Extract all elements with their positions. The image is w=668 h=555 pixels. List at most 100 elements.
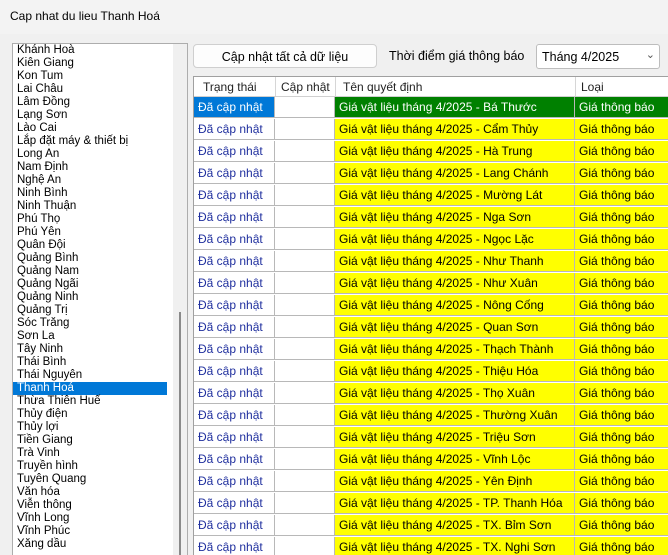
type-cell[interactable]: Giá thông báo [575,229,668,250]
list-item[interactable]: Kon Tum [13,70,167,83]
type-cell[interactable]: Giá thông báo [575,119,668,140]
decision-table[interactable]: Trạng thái Cập nhật Tên quyết định Loại … [193,76,668,555]
table-row[interactable]: Đã cập nhật Giá vật liệu tháng 4/2025 - N… [194,207,668,229]
type-cell[interactable]: Giá thông báo [575,493,668,514]
update-cell[interactable] [275,383,335,404]
list-item[interactable]: Lâm Đồng [13,96,167,109]
table-row[interactable]: Đã cập nhật Giá vật liệu tháng 4/2025 - T… [194,537,668,555]
name-cell[interactable]: Giá vật liệu tháng 4/2025 - Yên Định [335,471,575,492]
list-item[interactable]: Quảng Ninh [13,291,167,304]
status-cell[interactable]: Đã cập nhật [194,295,275,316]
list-item[interactable]: Thanh Hoá [13,382,167,395]
status-cell[interactable]: Đã cập nhật [194,515,275,536]
status-cell[interactable]: Đã cập nhật [194,361,275,382]
update-cell[interactable] [275,471,335,492]
type-cell[interactable]: Giá thông báo [575,537,668,555]
list-item[interactable]: Sơn La [13,330,167,343]
list-item[interactable]: Long An [13,148,167,161]
status-cell[interactable]: Đã cập nhật [194,207,275,228]
update-cell[interactable] [275,515,335,536]
list-item[interactable]: Sóc Trăng [13,317,167,330]
list-item[interactable]: Truyền hình [13,460,167,473]
category-listbox[interactable]: Khánh Hoà Kiên Giang Kon Tum Lai Châu Lâm Đồ… [12,43,188,555]
name-cell[interactable]: Giá vật liệu tháng 4/2025 - Mường Lát [335,185,575,206]
update-cell[interactable] [275,229,335,250]
update-cell[interactable] [275,251,335,272]
update-cell[interactable] [275,185,335,206]
period-select[interactable]: Tháng 4/2025 ⌄ [536,44,660,69]
name-cell[interactable]: Giá vật liệu tháng 4/2025 - Thường Xuân [335,405,575,426]
type-cell[interactable]: Giá thông báo [575,361,668,382]
name-cell[interactable]: Giá vật liệu tháng 4/2025 - Nga Sơn [335,207,575,228]
list-item[interactable]: Thái Bình [13,356,167,369]
name-cell[interactable]: Giá vật liệu tháng 4/2025 - TX. Nghi Sơn [335,537,575,555]
name-cell[interactable]: Giá vật liệu tháng 4/2025 - Nông Cống [335,295,575,316]
table-row[interactable]: Đã cập nhật Giá vật liệu tháng 4/2025 - N… [194,251,668,273]
status-cell[interactable]: Đã cập nhật [194,405,275,426]
list-scrollbar-thumb[interactable] [179,312,181,555]
table-row[interactable]: Đã cập nhật Giá vật liệu tháng 4/2025 - T… [194,493,668,515]
update-cell[interactable] [275,163,335,184]
list-item[interactable]: Phú Thọ [13,213,167,226]
update-cell[interactable] [275,493,335,514]
type-cell[interactable]: Giá thông báo [575,449,668,470]
list-item[interactable]: Văn hóa [13,486,167,499]
type-cell[interactable]: Giá thông báo [575,427,668,448]
list-item[interactable]: Tuyên Quang [13,473,167,486]
list-item[interactable]: Vĩnh Phúc [13,525,167,538]
list-item[interactable]: Viễn thông [13,499,167,512]
type-cell[interactable]: Giá thông báo [575,185,668,206]
list-item[interactable]: Khánh Hoà [13,44,167,57]
list-item[interactable]: Nam Định [13,161,167,174]
type-cell[interactable]: Giá thông báo [575,207,668,228]
name-cell[interactable]: Giá vật liệu tháng 4/2025 - Triệu Sơn [335,427,575,448]
list-item[interactable]: Lạng Sơn [13,109,167,122]
update-cell[interactable] [275,119,335,140]
list-item[interactable]: Quân Đội [13,239,167,252]
table-row[interactable]: Đã cập nhật Giá vật liệu tháng 4/2025 - T… [194,405,668,427]
name-cell[interactable]: Giá vật liệu tháng 4/2025 - Quan Sơn [335,317,575,338]
name-cell[interactable]: Giá vật liệu tháng 4/2025 - TX. Bỉm Sơn [335,515,575,536]
name-cell[interactable]: Giá vật liệu tháng 4/2025 - Vĩnh Lộc [335,449,575,470]
update-cell[interactable] [275,97,335,118]
type-cell[interactable]: Giá thông báo [575,251,668,272]
type-cell[interactable]: Giá thông báo [575,383,668,404]
list-scrollbar[interactable] [173,44,187,555]
type-cell[interactable]: Giá thông báo [575,515,668,536]
name-cell[interactable]: Giá vật liệu tháng 4/2025 - Như Thanh [335,251,575,272]
table-row[interactable]: Đã cập nhật Giá vật liệu tháng 4/2025 - Y… [194,471,668,493]
type-cell[interactable]: Giá thông báo [575,339,668,360]
table-row[interactable]: Đã cập nhật Giá vật liệu tháng 4/2025 - T… [194,515,668,537]
table-row[interactable]: Đã cập nhật Giá vật liệu tháng 4/2025 - T… [194,383,668,405]
name-cell[interactable]: Giá vật liệu tháng 4/2025 - Như Xuân [335,273,575,294]
list-item[interactable]: Thừa Thiên Huế [13,395,167,408]
status-cell[interactable]: Đã cập nhật [194,141,275,162]
list-item[interactable]: Nghệ An [13,174,167,187]
type-cell[interactable]: Giá thông báo [575,273,668,294]
table-row[interactable]: Đã cập nhật Giá vật liệu tháng 4/2025 - T… [194,339,668,361]
list-item[interactable]: Thái Nguyên [13,369,167,382]
name-cell[interactable]: Giá vật liệu tháng 4/2025 - TP. Thanh Hó… [335,493,575,514]
name-cell[interactable]: Giá vật liệu tháng 4/2025 - Ngọc Lặc [335,229,575,250]
type-cell[interactable]: Giá thông báo [575,97,668,118]
list-item[interactable]: Vĩnh Long [13,512,167,525]
status-cell[interactable]: Đã cập nhật [194,383,275,404]
status-cell[interactable]: Đã cập nhật [194,339,275,360]
status-cell[interactable]: Đã cập nhật [194,229,275,250]
list-item[interactable]: Thủy lợi [13,421,167,434]
name-cell[interactable]: Giá vật liệu tháng 4/2025 - Cẩm Thủy [335,119,575,140]
table-row[interactable]: Đã cập nhật Giá vật liệu tháng 4/2025 - B… [194,97,668,119]
table-row[interactable]: Đã cập nhật Giá vật liệu tháng 4/2025 - N… [194,229,668,251]
list-item[interactable]: Tây Ninh [13,343,167,356]
table-row[interactable]: Đã cập nhật Giá vật liệu tháng 4/2025 - L… [194,163,668,185]
table-row[interactable]: Đã cập nhật Giá vật liệu tháng 4/2025 - N… [194,273,668,295]
list-item[interactable]: Ninh Bình [13,187,167,200]
update-cell[interactable] [275,141,335,162]
type-cell[interactable]: Giá thông báo [575,141,668,162]
name-cell[interactable]: Giá vật liệu tháng 4/2025 - Thạch Thành [335,339,575,360]
table-row[interactable]: Đã cập nhật Giá vật liệu tháng 4/2025 - M… [194,185,668,207]
table-row[interactable]: Đã cập nhật Giá vật liệu tháng 4/2025 - N… [194,295,668,317]
update-cell[interactable] [275,273,335,294]
update-cell[interactable] [275,295,335,316]
list-item[interactable]: Quảng Nam [13,265,167,278]
